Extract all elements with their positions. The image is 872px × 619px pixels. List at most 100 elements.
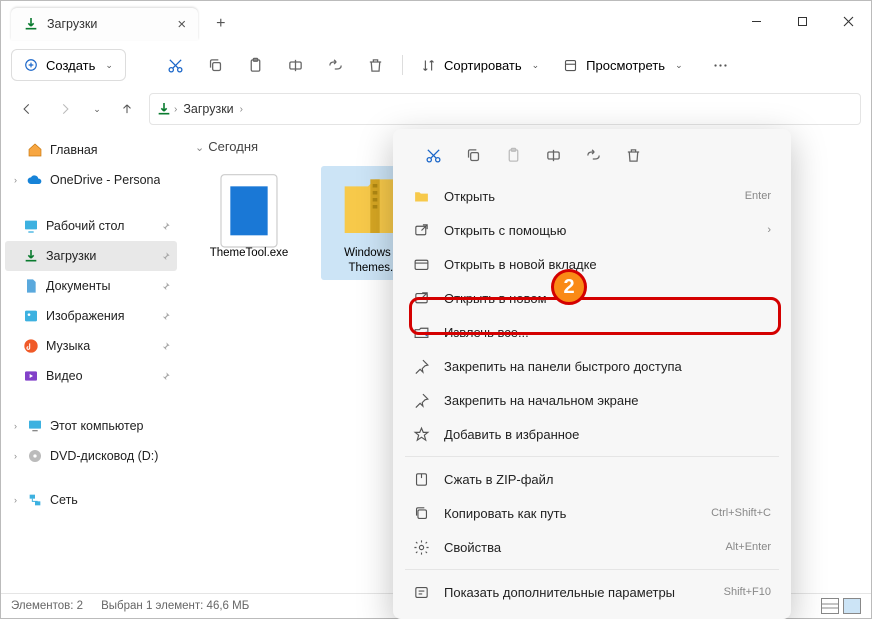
ctx-rename[interactable]: [535, 139, 571, 171]
chevron-down-icon: ⌄: [105, 60, 113, 71]
sidebar-item-onedrive[interactable]: › OneDrive - Persona: [5, 165, 177, 195]
recent-button[interactable]: ⌄: [87, 94, 105, 124]
sidebar-item-music[interactable]: Музыка: [5, 331, 177, 361]
tab-downloads[interactable]: Загрузки ×: [11, 8, 198, 40]
close-icon[interactable]: ×: [177, 16, 186, 33]
desktop-icon: [23, 218, 39, 234]
ctx-favorite[interactable]: Добавить в избранное: [393, 417, 791, 451]
context-menu: Открыть Enter Открыть с помощью › Открыт…: [393, 129, 791, 619]
pin-icon: [413, 392, 430, 409]
document-icon: [23, 278, 39, 294]
view-details-button[interactable]: [821, 598, 839, 614]
chevron-right-icon: ›: [238, 104, 245, 115]
sidebar-item-network[interactable]: › Сеть: [5, 485, 177, 515]
expand-icon[interactable]: ›: [11, 175, 20, 185]
back-button[interactable]: [11, 94, 43, 124]
view-label: Просмотреть: [586, 58, 665, 73]
file-item[interactable]: ThemeTool.exe: [195, 166, 303, 280]
view-large-button[interactable]: [843, 598, 861, 614]
properties-icon: [413, 539, 430, 556]
delete-button[interactable]: [358, 49, 394, 81]
sort-label: Сортировать: [444, 58, 522, 73]
new-tab-button[interactable]: +: [216, 15, 225, 33]
ctx-open[interactable]: Открыть Enter: [393, 179, 791, 213]
open-with-icon: [413, 222, 430, 239]
file-label: ThemeTool.exe: [199, 246, 299, 261]
ctx-properties[interactable]: Свойства Alt+Enter: [393, 530, 791, 564]
close-button[interactable]: [825, 2, 871, 40]
toolbar: Создать ⌄ Сортировать ⌄ Просмотреть ⌄: [1, 41, 871, 89]
music-icon: [23, 338, 39, 354]
copy-button[interactable]: [198, 49, 234, 81]
sort-button[interactable]: Сортировать ⌄: [411, 49, 549, 81]
separator: [405, 569, 779, 570]
ctx-delete[interactable]: [615, 139, 651, 171]
forward-button[interactable]: [49, 94, 81, 124]
ctx-cut[interactable]: [415, 139, 451, 171]
sidebar-item-videos[interactable]: Видео: [5, 361, 177, 391]
pin-icon: [160, 251, 171, 262]
ctx-zip[interactable]: Сжать в ZIP-файл: [393, 462, 791, 496]
sidebar-item-dvd[interactable]: › DVD-дисковод (D:): [5, 441, 177, 471]
pin-icon: [160, 341, 171, 352]
more-icon: [413, 584, 430, 601]
home-icon: [27, 142, 43, 158]
share-button[interactable]: [318, 49, 354, 81]
maximize-button[interactable]: [779, 2, 825, 40]
ctx-paste[interactable]: [495, 139, 531, 171]
titlebar: Загрузки × +: [1, 1, 871, 41]
ctx-copypath[interactable]: Копировать как путь Ctrl+Shift+C: [393, 496, 791, 530]
ctx-more-options[interactable]: Показать дополнительные параметры Shift+…: [393, 575, 791, 609]
ctx-pin-start[interactable]: Закрепить на начальном экране: [393, 383, 791, 417]
navbar: ⌄ › Загрузки ›: [1, 89, 871, 129]
view-button[interactable]: Просмотреть ⌄: [553, 49, 692, 81]
window-icon: [413, 290, 430, 307]
create-label: Создать: [46, 58, 95, 73]
download-icon: [156, 101, 172, 117]
copy-path-icon: [413, 505, 430, 522]
sidebar-item-documents[interactable]: Документы: [5, 271, 177, 301]
ctx-extract[interactable]: Извлечь все...: [393, 315, 791, 349]
extract-icon: [413, 324, 430, 341]
sidebar-item-home[interactable]: Главная: [5, 135, 177, 165]
more-button[interactable]: [703, 49, 739, 81]
up-button[interactable]: [111, 94, 143, 124]
disc-icon: [27, 448, 43, 464]
download-icon: [23, 16, 39, 32]
ctx-share[interactable]: [575, 139, 611, 171]
tab-label: Загрузки: [47, 17, 97, 31]
folder-open-icon: [413, 188, 430, 205]
window-controls: [733, 2, 871, 40]
chevron-down-icon: ⌄: [675, 60, 683, 71]
sidebar: Главная › OneDrive - Persona Рабочий сто…: [1, 129, 181, 593]
rename-button[interactable]: [278, 49, 314, 81]
status-count: Элементов: 2: [11, 600, 83, 612]
chevron-right-icon: ›: [767, 224, 771, 236]
paste-button[interactable]: [238, 49, 274, 81]
sidebar-item-desktop[interactable]: Рабочий стол: [5, 211, 177, 241]
address-bar[interactable]: › Загрузки ›: [149, 93, 861, 125]
expand-icon[interactable]: ›: [11, 421, 20, 431]
create-button[interactable]: Создать ⌄: [11, 49, 126, 81]
ctx-openwith[interactable]: Открыть с помощью ›: [393, 213, 791, 247]
expand-icon[interactable]: ›: [11, 451, 20, 461]
zip-icon: [413, 471, 430, 488]
chevron-down-icon: ⌄: [532, 60, 540, 71]
minimize-button[interactable]: [733, 2, 779, 40]
ctx-newwin[interactable]: Открыть в новом: [393, 281, 791, 315]
pin-icon: [160, 281, 171, 292]
pin-icon: [160, 371, 171, 382]
image-icon: [23, 308, 39, 324]
ctx-copy[interactable]: [455, 139, 491, 171]
ctx-newtab[interactable]: Открыть в новой вкладке: [393, 247, 791, 281]
breadcrumb-downloads[interactable]: Загрузки: [179, 102, 237, 116]
sidebar-item-thispc[interactable]: › Этот компьютер: [5, 411, 177, 441]
sidebar-item-downloads[interactable]: Загрузки: [5, 241, 177, 271]
chevron-right-icon: ›: [172, 104, 179, 115]
cut-button[interactable]: [158, 49, 194, 81]
sidebar-item-pictures[interactable]: Изображения: [5, 301, 177, 331]
pc-icon: [27, 418, 43, 434]
pin-icon: [160, 221, 171, 232]
expand-icon[interactable]: ›: [11, 495, 20, 505]
ctx-pin-quickaccess[interactable]: Закрепить на панели быстрого доступа: [393, 349, 791, 383]
